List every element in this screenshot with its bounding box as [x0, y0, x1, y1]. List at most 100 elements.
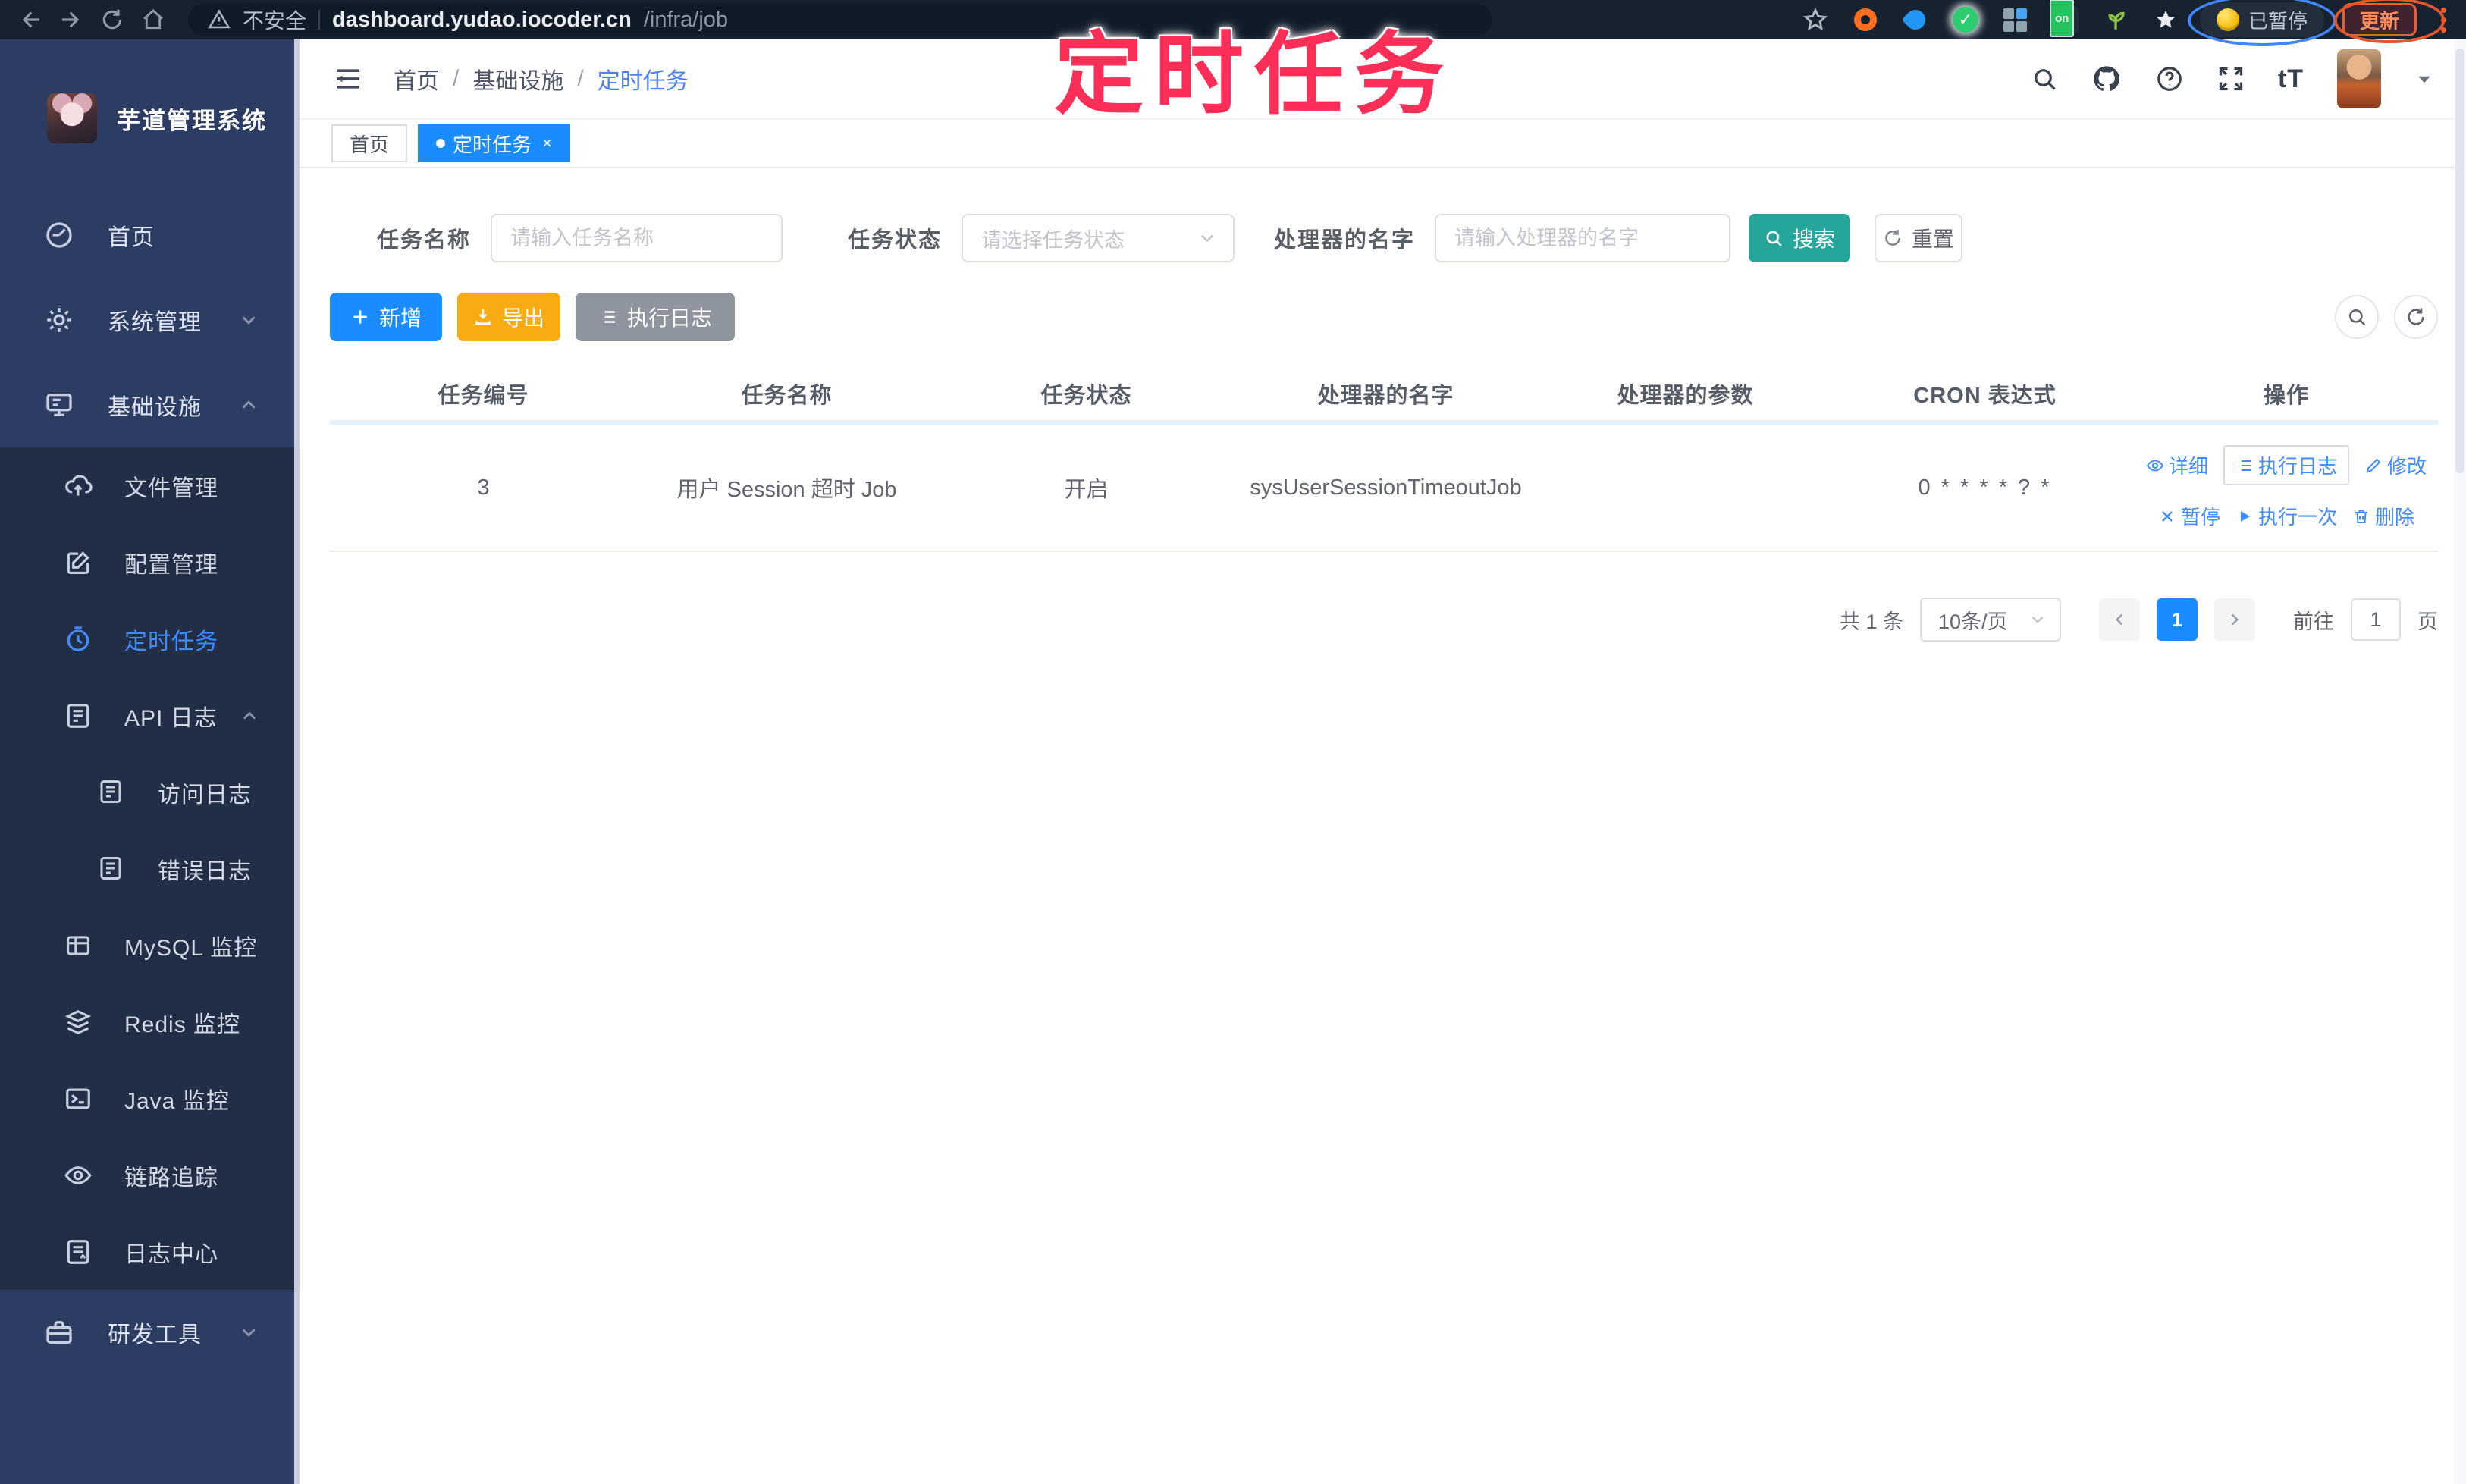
reset-button[interactable]: 重置 [1875, 214, 1963, 262]
extension-pin-icon[interactable] [2150, 4, 2182, 36]
sidebar-item-label: 访问日志 [158, 782, 252, 808]
extension-sprout-icon[interactable] [2100, 4, 2132, 36]
column-header: CRON 表达式 [1913, 384, 2057, 408]
page-scrollbar[interactable] [2454, 39, 2466, 1484]
handler-name-input[interactable] [1435, 214, 1731, 262]
active-dot-icon [436, 139, 446, 148]
sidebar-item-redis-monitor[interactable]: Redis 监控 [0, 984, 300, 1060]
tag-home[interactable]: 首页 [331, 124, 408, 162]
page-unit-label: 页 [2417, 610, 2438, 633]
search-icon[interactable] [2031, 65, 2058, 93]
sidebar-item-label: 错误日志 [158, 858, 252, 884]
profile-paused-chip[interactable]: 已暂停 [2187, 0, 2336, 46]
scrollbar-thumb[interactable] [2455, 49, 2464, 473]
chevron-down-icon [1201, 234, 1213, 243]
sidebar-item-java-monitor[interactable]: Java 监控 [0, 1060, 300, 1137]
detail-link[interactable]: 详细 [2146, 451, 2208, 479]
goto-page-input[interactable] [2351, 598, 2401, 641]
extension-grid-icon[interactable] [2000, 4, 2031, 36]
sidebar-item-label: 首页 [108, 225, 155, 250]
caret-down-icon[interactable] [2414, 69, 2434, 89]
page-size-select[interactable]: 10条/页 [1920, 598, 2061, 642]
breadcrumb-infra[interactable]: 基础设施 [472, 62, 563, 96]
column-header: 处理器的名字 [1317, 384, 1454, 408]
extension-on-badge-icon[interactable]: on [2049, 0, 2082, 37]
column-header: 处理器的参数 [1617, 384, 1754, 408]
sidebar-item-tracing[interactable]: 链路追踪 [0, 1137, 300, 1213]
execution-log-button[interactable]: 执行日志 [576, 293, 735, 341]
forward-icon[interactable] [55, 3, 88, 36]
browser-update-button[interactable]: 更新 [2333, 0, 2445, 43]
trash-icon [2355, 510, 2367, 523]
sidebar-item-label: Java 监控 [124, 1088, 230, 1114]
refresh-button[interactable] [2394, 295, 2438, 339]
sidebar-item-config-manage[interactable]: 配置管理 [0, 524, 300, 601]
cloud-upload-icon [64, 472, 93, 500]
sidebar-item-infra[interactable]: 基础设施 [0, 362, 300, 447]
extension-orange-ring-icon[interactable] [1850, 4, 1881, 36]
page-number-button[interactable]: 1 [2157, 598, 2198, 641]
task-name-label: 任务名称 [377, 228, 472, 253]
run-once-link[interactable]: 执行一次 [2235, 502, 2337, 530]
sidebar-scrollbar[interactable] [294, 39, 300, 1484]
add-button[interactable]: 新增 [330, 293, 442, 341]
breadcrumb-home[interactable]: 首页 [394, 62, 439, 96]
sidebar-item-api-log[interactable]: API 日志 [0, 677, 300, 754]
app-logo-row[interactable]: 芋道管理系统 [0, 39, 300, 153]
font-size-icon[interactable]: tT [2278, 64, 2304, 94]
task-name-input[interactable] [491, 214, 783, 262]
bookmark-star-icon[interactable] [1799, 4, 1831, 36]
reload-icon[interactable] [96, 3, 129, 36]
download-icon [475, 309, 491, 325]
sidebar-item-label: 定时任务 [124, 629, 218, 654]
pause-link[interactable]: 暂停 [2158, 502, 2220, 530]
back-icon[interactable] [14, 3, 47, 36]
extension-blue-drop-icon[interactable] [1900, 4, 1931, 36]
sidebar-item-system[interactable]: 系统管理 [0, 278, 300, 362]
github-icon[interactable] [2091, 64, 2122, 94]
sidebar-item-scheduled-task[interactable]: 定时任务 [0, 601, 300, 677]
overlay-annotation-text: 定时任务 [1054, 25, 1455, 125]
task-status-select[interactable]: 请选择任务状态 [962, 214, 1235, 262]
url-host: dashboard.yudao.iocoder.cn [332, 7, 632, 32]
help-icon[interactable] [2155, 64, 2184, 93]
sidebar-item-label: 基础设施 [108, 395, 202, 420]
task-status-label: 任务状态 [848, 228, 943, 253]
dashboard-icon [44, 220, 74, 250]
timer-icon [64, 625, 93, 654]
home-icon[interactable] [136, 3, 170, 36]
next-page-button[interactable] [2214, 598, 2255, 641]
chevron-up-icon [239, 705, 260, 726]
column-header: 任务名称 [741, 384, 833, 408]
page-content: 任务名称 任务状态 请选择任务状态 处理器的名字 搜索 重置 [300, 168, 2466, 1484]
export-button[interactable]: 导出 [457, 293, 560, 341]
toolbox-icon [44, 1317, 74, 1348]
sidebar-item-log-center[interactable]: 日志中心 [0, 1213, 300, 1290]
user-avatar[interactable] [2337, 49, 2381, 108]
sidebar-item-label: 配置管理 [124, 552, 218, 578]
search-button[interactable]: 搜索 [1749, 214, 1851, 262]
sidebar-item-error-log[interactable]: 错误日志 [0, 830, 300, 907]
sidebar-item-label: Redis 监控 [124, 1012, 241, 1037]
prev-page-button[interactable] [2099, 598, 2140, 641]
fullscreen-icon[interactable] [2217, 65, 2245, 93]
sidebar-collapse-icon[interactable] [331, 64, 365, 94]
jobs-table: 任务编号 任务名称 任务状态 处理器的名字 处理器的参数 CRON 表达式 操作… [330, 367, 2438, 552]
search-icon [1766, 231, 1782, 246]
delete-link[interactable]: 删除 [2352, 502, 2414, 530]
sidebar-item-access-log[interactable]: 访问日志 [0, 754, 300, 830]
sidebar-item-mysql-monitor[interactable]: MySQL 监控 [0, 907, 300, 984]
extension-green-check-icon[interactable]: ✓ [1950, 4, 1981, 36]
show-search-button[interactable] [2335, 295, 2379, 339]
close-icon [2162, 510, 2173, 522]
close-tag-icon[interactable]: × [542, 133, 552, 153]
edit-link[interactable]: 修改 [2364, 451, 2427, 479]
sidebar-item-dev-tools[interactable]: 研发工具 [0, 1290, 300, 1375]
terminal-icon [64, 1084, 93, 1113]
sidebar-item-file-manage[interactable]: 文件管理 [0, 447, 300, 524]
browser-menu-icon[interactable] [2435, 7, 2452, 33]
tag-scheduled-task[interactable]: 定时任务 × [418, 124, 570, 162]
sidebar-item-home[interactable]: 首页 [0, 193, 300, 278]
row-execution-log-link[interactable]: 执行日志 [2223, 445, 2349, 485]
cell-handler-name: sysUserSessionTimeoutJob [1250, 475, 1522, 500]
